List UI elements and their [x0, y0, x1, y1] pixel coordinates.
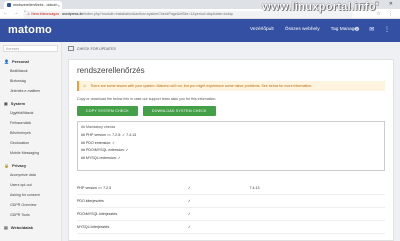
matomo-favicon-icon	[7, 3, 11, 7]
admin-sidebar: Keresés 👤 Personal Beállítások Biztonság …	[0, 42, 62, 241]
check-value	[249, 220, 385, 234]
download-system-check-button[interactable]: DOWNLOAD SYSTEM CHECK	[142, 106, 216, 116]
sidebar-item-mobile-messaging[interactable]: Mobile Messaging	[0, 148, 61, 158]
browser-tab-title: rendszerellenőrzés - dokum	[13, 3, 58, 7]
sidebar-search-input[interactable]: Keresés	[3, 45, 58, 52]
sidebar-search-placeholder: Keresés	[6, 46, 20, 51]
textarea-line: ## Mandatory checks	[81, 125, 116, 129]
sidebar-item-geolocation[interactable]: Geolocation	[0, 138, 61, 148]
page-title: rendszerellenőrzés	[77, 66, 145, 75]
sidebar-item-gdpr-tools[interactable]: GDPR Tools	[0, 210, 61, 220]
system-icon: ▣	[4, 101, 8, 106]
nav-all-websites[interactable]: Összes webhely	[285, 27, 320, 32]
sidebar-item-anonymize-data[interactable]: Anonymize data	[0, 170, 61, 180]
main-content: CHECK FOR UPDATES rendszerellenőrzés ⚠ T…	[62, 42, 400, 241]
table-row: PDO kiterjesztés ✓	[77, 194, 385, 208]
sidebar-category-websites: ▤ Weboldalak	[4, 225, 33, 230]
check-mark-icon: ✓	[187, 207, 250, 221]
system-check-card: rendszerellenőrzés ⚠ There are some issu…	[68, 59, 394, 241]
browser-extension-icons[interactable]: ☆ ⋮	[376, 11, 396, 17]
websites-icon: ▤	[4, 225, 8, 230]
breadcrumb[interactable]: CHECK FOR UPDATES	[68, 46, 116, 51]
check-table: PHP version >= 7.2.5 ✓ 7.4.13 PDO kiterj…	[77, 182, 385, 234]
table-row: MYSQLi kiterjesztés ✓	[77, 220, 385, 234]
textarea-line: ## PDO\MYSQL extension: ✓	[81, 148, 129, 153]
check-label: MYSQLi kiterjesztés	[77, 220, 188, 234]
header-icons[interactable]: ⚙ ✉ ⋮	[354, 26, 394, 33]
sidebar-item-users-opt-out[interactable]: Users opt-out	[0, 180, 61, 190]
sidebar-item-asking-consent[interactable]: Asking for consent	[0, 190, 61, 200]
watermark: www.linuxportal.info	[262, 1, 376, 13]
table-row: PDO\MYSQL kiterjesztés ✓	[77, 207, 385, 221]
close-tab-icon[interactable]: ×	[58, 3, 60, 8]
sidebar-item-settings[interactable]: Beállítások	[0, 66, 61, 76]
check-label: PDO\MYSQL kiterjesztés	[77, 207, 188, 221]
sidebar-item-users[interactable]: Felhasználók	[0, 118, 61, 128]
textarea-line: ## MYSQLi extension: ✓	[81, 156, 121, 161]
check-mark-icon: ✓	[187, 182, 250, 195]
copy-system-check-button[interactable]: COPY SYSTEM CHECK	[77, 106, 138, 116]
system-check-textarea[interactable]: ## Mandatory checks ## PHP version >= 7.…	[77, 121, 385, 171]
sidebar-item-email-reports[interactable]: Jelentés e-mailben	[0, 86, 61, 96]
grid-icon	[68, 46, 74, 51]
app-header: matomo Vezérlőpult Összes webhely Tag Ma…	[0, 19, 400, 42]
sidebar-item-security[interactable]: Biztonság	[0, 76, 61, 86]
table-row: PHP version >= 7.2.5 ✓ 7.4.13	[77, 182, 385, 195]
check-label: PDO kiterjesztés	[77, 194, 188, 208]
lock-icon: 🔒	[4, 163, 9, 168]
top-nav: Vezérlőpult Összes webhely Tag Manager	[250, 27, 359, 32]
check-value	[249, 194, 385, 208]
check-value	[249, 207, 385, 221]
user-icon: 👤	[4, 59, 9, 64]
check-value: 7.4.13	[249, 182, 385, 195]
sidebar-item-plugins[interactable]: Bővítmények	[0, 128, 61, 138]
textarea-line: ## PDO extension: ✓	[81, 140, 116, 145]
nav-dashboard[interactable]: Vezérlőpult	[250, 27, 274, 32]
button-row: COPY SYSTEM CHECK DOWNLOAD SYSTEM CHECK	[77, 106, 385, 116]
browser-tab[interactable]: rendszerellenőrzés - dokum ×	[4, 1, 62, 9]
warning-text: There are some issues with your system. …	[90, 84, 313, 88]
intro-text: Copy or download the below info in case …	[77, 97, 217, 101]
warning-icon: ⚠	[83, 84, 87, 88]
check-for-updates-link[interactable]: CHECK FOR UPDATES	[77, 47, 116, 51]
textarea-line: ## PHP version >= 7.2.5: ✓ 7.4.13	[81, 132, 137, 137]
security-warning[interactable]: ⚠ Nem biztonságos	[27, 12, 59, 16]
sidebar-item-gdpr-overview[interactable]: GDPR Overview	[0, 200, 61, 210]
url-host: wordpress.lin	[62, 12, 84, 16]
check-label: PHP version >= 7.2.5	[77, 182, 188, 195]
check-mark-icon: ✓	[187, 194, 250, 208]
sidebar-category-personal: 👤 Personal	[4, 59, 29, 64]
warning-notice: ⚠ There are some issues with your system…	[77, 81, 385, 91]
sidebar-category-system: ▣ System	[4, 101, 26, 106]
check-mark-icon: ✓	[187, 220, 250, 234]
sidebar-item-general-settings[interactable]: Ügyfélállítások	[0, 108, 61, 118]
matomo-logo[interactable]: matomo	[8, 24, 52, 36]
sidebar-category-privacy: 🔒 Privacy	[4, 163, 27, 168]
url-path: /index.php?module=Installation&action=sy…	[83, 12, 233, 16]
